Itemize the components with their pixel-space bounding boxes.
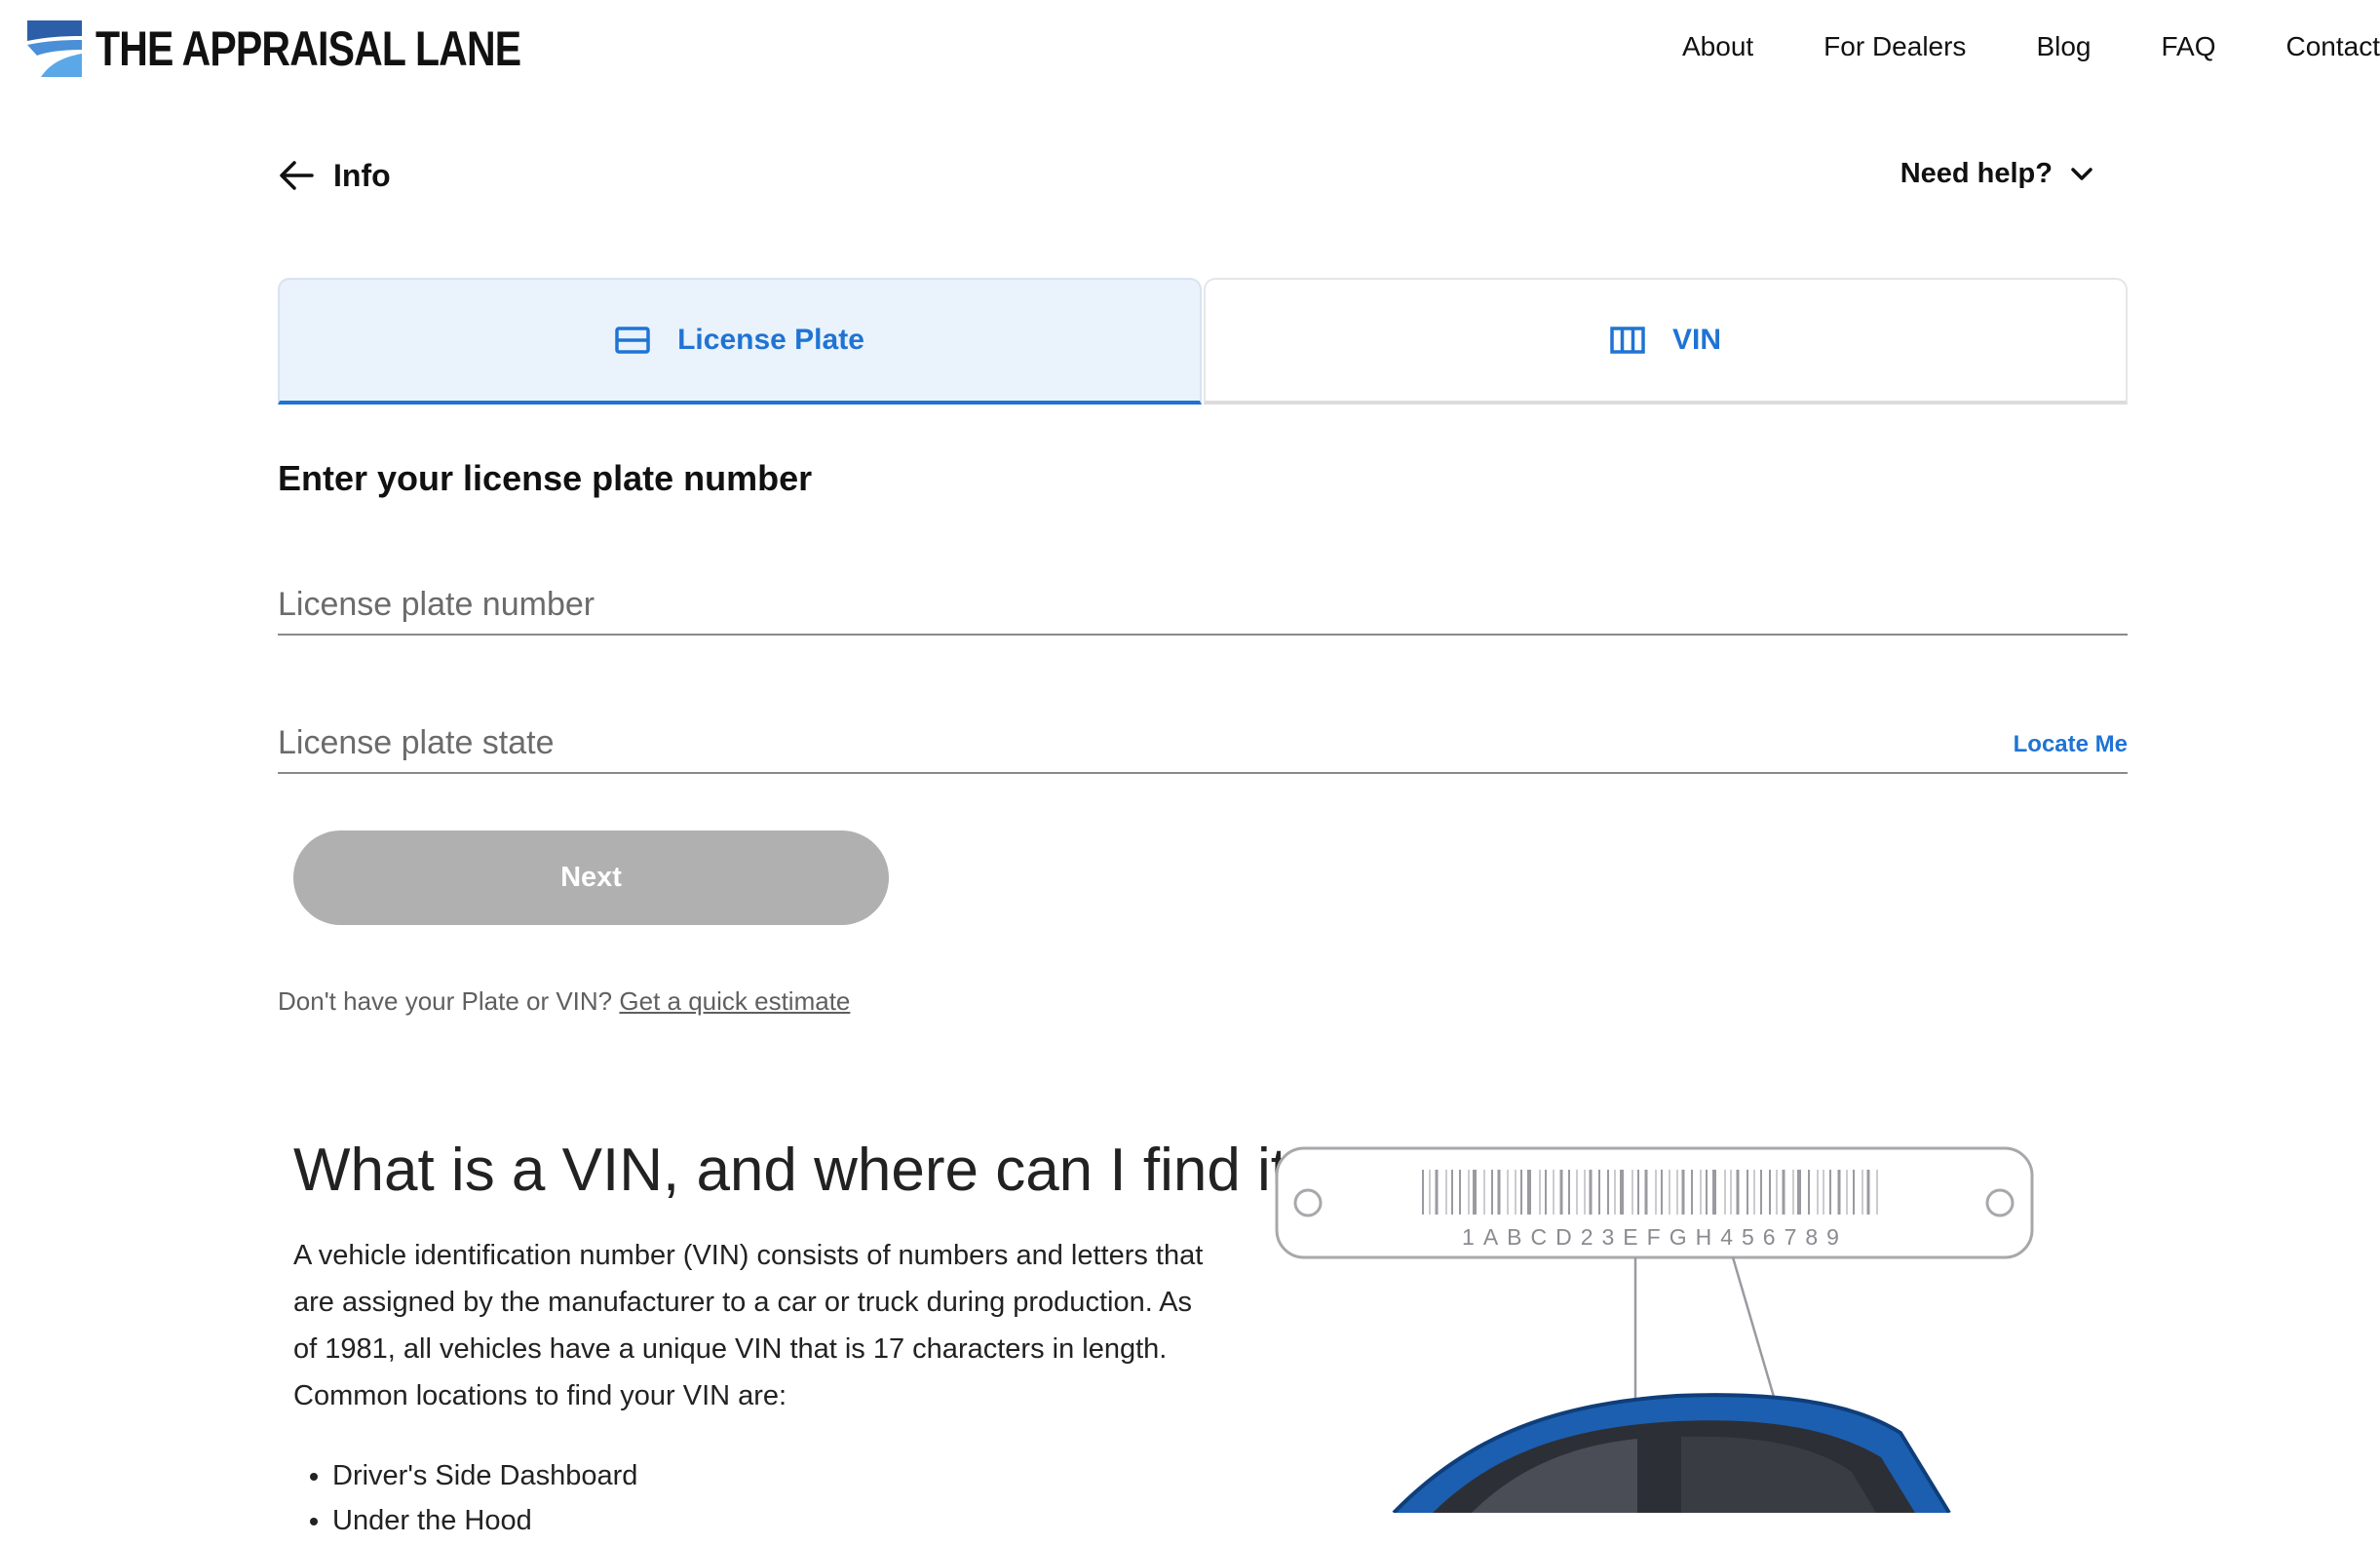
form-title: Enter your license plate number (278, 458, 812, 499)
nav-for-dealers[interactable]: For Dealers (1823, 27, 1966, 66)
brand-logo[interactable]: THE APPRAISAL LANE (27, 19, 614, 78)
vin-info-paragraph: A vehicle identification number (VIN) co… (293, 1232, 1209, 1419)
quick-estimate-text: Don't have your Plate or VIN? (278, 986, 612, 1016)
tab-vin-label: VIN (1672, 324, 1721, 357)
license-plate-state-input[interactable] (278, 714, 2128, 772)
list-item: Under the Hood (332, 1499, 637, 1542)
license-plate-icon (615, 326, 650, 355)
sample-vin-text: 1ABCD23EFGH456789 (1462, 1224, 1848, 1250)
logo-mark-icon (27, 20, 82, 77)
license-plate-state-field: Locate Me (278, 714, 2128, 774)
nav-about[interactable]: About (1682, 27, 1753, 66)
barcode-columns-icon (1610, 326, 1645, 355)
vin-location-list: Driver's Side Dashboard Under the Hood (293, 1454, 637, 1544)
quick-estimate-prompt: Don't have your Plate or VIN? Get a quic… (278, 986, 850, 1017)
list-item: Driver's Side Dashboard (332, 1454, 637, 1497)
top-nav: About For Dealers Blog FAQ Contact (1612, 27, 2380, 66)
vin-plate-illustration: 1ABCD23EFGH456789 (1267, 1140, 2047, 1513)
back-label: Info (333, 158, 391, 194)
need-help-label: Need help? (1900, 158, 2053, 190)
license-plate-number-input[interactable] (278, 575, 2128, 634)
need-help-toggle[interactable]: Need help? (1900, 158, 2097, 190)
arrow-left-icon (277, 156, 316, 195)
quick-estimate-link[interactable]: Get a quick estimate (619, 986, 850, 1016)
chevron-down-icon (2066, 159, 2097, 190)
tab-vin[interactable]: VIN (1204, 278, 2128, 405)
license-plate-number-field (278, 575, 2128, 636)
locate-me-link[interactable]: Locate Me (2014, 731, 2128, 758)
nav-blog[interactable]: Blog (2036, 27, 2091, 66)
car-roof-illustration (1394, 1395, 1949, 1513)
lookup-method-tabs: License Plate VIN (278, 278, 2128, 405)
tab-license-plate[interactable]: License Plate (278, 278, 1202, 405)
brand-name: THE APPRAISAL LANE (96, 24, 520, 73)
next-button[interactable]: Next (293, 830, 889, 925)
nav-contact[interactable]: Contact (2286, 27, 2380, 66)
nav-faq[interactable]: FAQ (2161, 27, 2215, 66)
tab-license-plate-label: License Plate (677, 324, 864, 357)
vin-info-heading: What is a VIN, and where can I find it? (293, 1136, 1322, 1205)
back-button[interactable]: Info (277, 156, 391, 195)
